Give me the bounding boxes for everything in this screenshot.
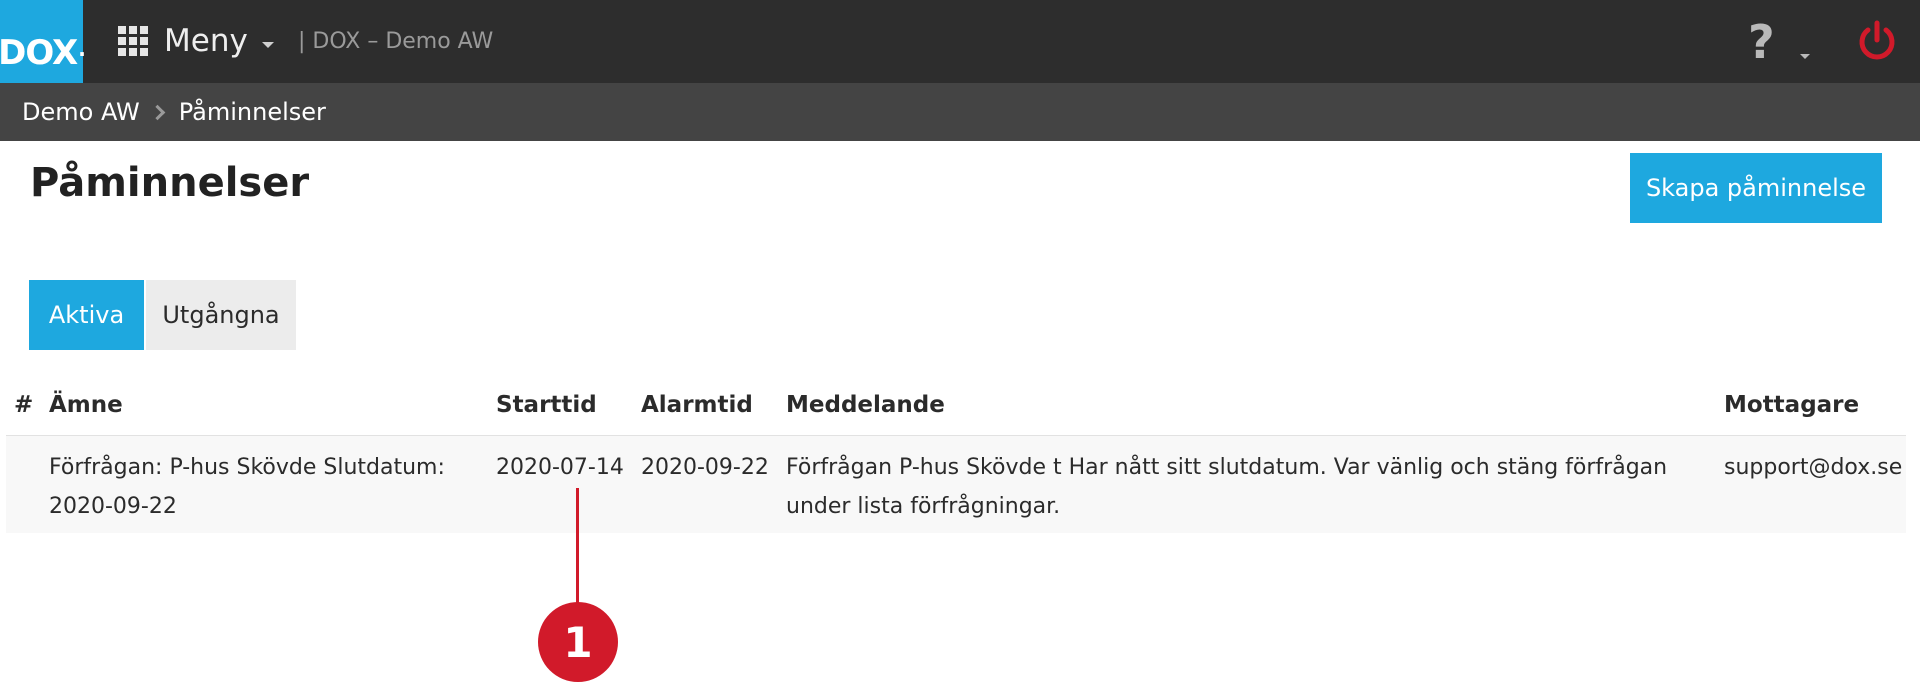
tab-aktiva[interactable]: Aktiva — [29, 280, 144, 350]
reminder-tabs: Aktiva Utgångna — [29, 280, 296, 350]
top-navigation-bar: DOX. Meny | DOX – Demo AW ? — [0, 0, 1920, 83]
column-header-message[interactable]: Meddelande — [786, 392, 1716, 418]
column-header-alarm[interactable]: Alarmtid — [641, 392, 753, 418]
column-header-start[interactable]: Starttid — [496, 392, 597, 418]
tab-utgangna[interactable]: Utgångna — [146, 280, 296, 350]
message-line-2: under lista förfrågningar. — [786, 494, 1061, 519]
cell-message: Förfrågan P-hus Skövde t Har nått sitt s… — [786, 448, 1716, 526]
main-menu-button[interactable]: Meny — [118, 16, 274, 66]
power-icon — [1859, 20, 1895, 60]
message-line-1: Förfrågan P-hus Skövde t Har nått sitt s… — [786, 455, 1668, 480]
question-icon: ? — [1748, 15, 1775, 69]
create-reminder-button[interactable]: Skapa påminnelse — [1630, 153, 1882, 223]
chevron-right-icon — [149, 104, 166, 120]
help-button[interactable]: ? — [1748, 14, 1818, 70]
menu-label: Meny — [164, 23, 248, 59]
breadcrumb: Demo AW Påminnelser — [0, 83, 1920, 141]
dox-logo[interactable]: DOX. — [0, 0, 86, 83]
cell-subject: Förfrågan: P-hus Skövde Slutdatum: 2020-… — [49, 448, 489, 526]
apps-grid-icon — [118, 26, 148, 56]
table-header-row: # Ämne Starttid Alarmtid Meddelande Mott… — [6, 380, 1906, 436]
breadcrumb-item-current: Påminnelser — [178, 98, 326, 126]
chevron-down-icon — [1800, 54, 1810, 59]
app-title: | DOX – Demo AW — [298, 29, 494, 54]
column-header-hash: # — [14, 392, 34, 418]
logo-dot: . — [78, 37, 86, 61]
subject-line-2: 2020-09-22 — [49, 494, 177, 519]
subject-line-1: Förfrågan: P-hus Skövde Slutdatum: — [49, 455, 445, 480]
page-title: Påminnelser — [30, 160, 310, 206]
cell-alarm-date: 2020-09-22 — [641, 455, 769, 480]
reminders-table: # Ämne Starttid Alarmtid Meddelande Mott… — [6, 380, 1906, 533]
table-row[interactable]: Förfrågan: P-hus Skövde Slutdatum: 2020-… — [6, 436, 1906, 533]
breadcrumb-item-demo-aw[interactable]: Demo AW — [22, 98, 140, 126]
cell-start-date: 2020-07-14 — [496, 455, 624, 480]
callout-line — [576, 488, 579, 610]
cell-recipient: support@dox.se — [1724, 455, 1903, 480]
callout-badge: 1 — [538, 602, 618, 682]
chevron-down-icon — [261, 42, 274, 48]
column-header-subject[interactable]: Ämne — [49, 392, 489, 418]
logo-text: DOX — [0, 33, 78, 73]
logout-button[interactable] — [1856, 20, 1898, 62]
column-header-recipient[interactable]: Mottagare — [1724, 392, 1859, 418]
